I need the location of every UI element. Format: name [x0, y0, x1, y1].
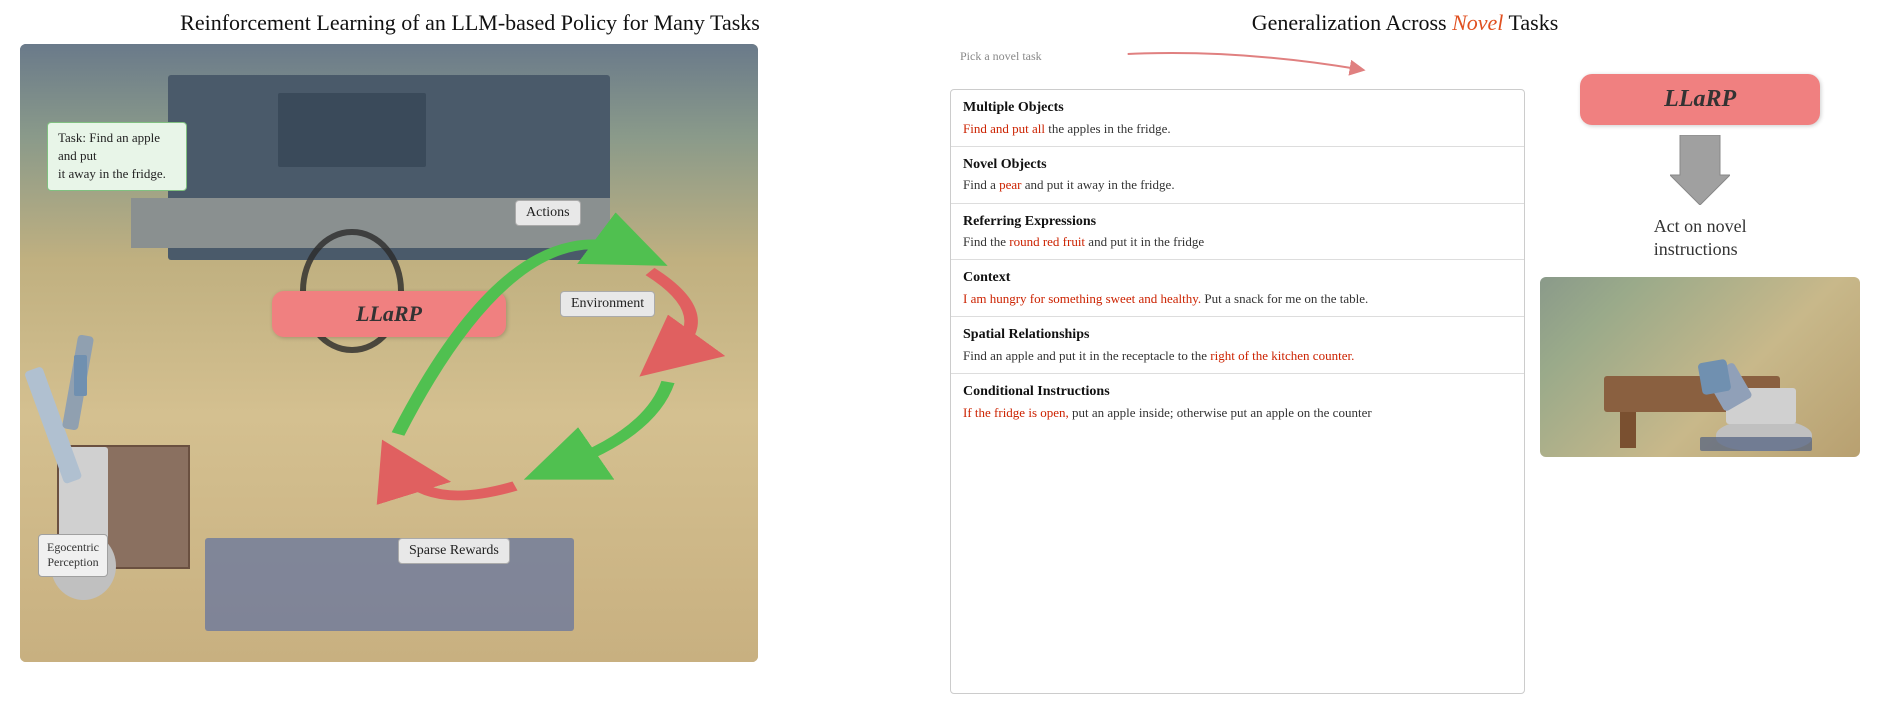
- right-title-novel: Novel: [1452, 10, 1503, 35]
- task-item-multiple-objects: Multiple Objects Find and put all the ap…: [951, 90, 1524, 147]
- llaarp-label-right: LLaRP: [1664, 86, 1736, 112]
- curved-arrow-svg: [950, 44, 1525, 89]
- task-label-line1: Task: Find an apple and put: [58, 130, 160, 163]
- robot-scene-right: [1540, 277, 1860, 457]
- sink-area: [278, 93, 426, 167]
- task-item-spatial-relationships: Spatial Relationships Find an apple and …: [951, 317, 1524, 374]
- floor-mat-right: [1700, 437, 1812, 451]
- llaarp-box-right: LLaRP: [1580, 74, 1820, 125]
- task-item-referring-expressions: Referring Expressions Find the round red…: [951, 204, 1524, 261]
- actions-label: Actions: [515, 200, 581, 226]
- left-title: Reinforcement Learning of an LLM-based P…: [20, 10, 920, 36]
- llaarp-label-left: LLaRP: [356, 301, 422, 326]
- act-on-label-line2: instructions: [1654, 239, 1738, 259]
- right-title-suffix: Tasks: [1503, 10, 1558, 35]
- task-item-context: Context I am hungry for something sweet …: [951, 260, 1524, 317]
- down-arrow-icon: [1670, 135, 1730, 205]
- rs-table-leg1: [1620, 412, 1636, 448]
- rs-robot-arm2: [1698, 359, 1732, 396]
- right-panel: LLaRP Act on novel instructions: [1540, 44, 1860, 694]
- right-section: Generalization Across Novel Tasks Pick a…: [940, 0, 1880, 704]
- act-on-label-line1: Act on novel: [1654, 216, 1747, 236]
- act-on-label: Act on novel instructions: [1654, 215, 1747, 262]
- sparse-rewards-label: Sparse Rewards: [398, 538, 510, 564]
- right-content: Pick a novel task M: [950, 44, 1860, 694]
- left-section: Reinforcement Learning of an LLM-based P…: [0, 0, 940, 704]
- floor-mat: [205, 538, 574, 631]
- egocentric-label-line2: Perception: [47, 555, 98, 569]
- right-title-prefix: Generalization Across: [1252, 10, 1452, 35]
- environment-label: Environment: [560, 291, 655, 317]
- egocentric-label-line1: Egocentric: [47, 540, 99, 554]
- tasks-list: Multiple Objects Find and put all the ap…: [950, 89, 1525, 694]
- diagram-area: Task: Find an apple and put it away in t…: [20, 44, 920, 694]
- task-item-conditional-instructions: Conditional Instructions If the fridge i…: [951, 374, 1524, 430]
- llaarp-box-left: LLaRP: [272, 291, 506, 337]
- robot-gripper: [74, 355, 87, 396]
- down-arrow-container: [1670, 135, 1730, 205]
- task-label: Task: Find an apple and put it away in t…: [47, 122, 187, 191]
- task-item-novel-objects: Novel Objects Find a pear and put it awa…: [951, 147, 1524, 204]
- task-label-line2: it away in the fridge.: [58, 166, 166, 181]
- right-title: Generalization Across Novel Tasks: [950, 10, 1860, 36]
- egocentric-perception-label: Egocentric Perception: [38, 534, 108, 577]
- main-container: Reinforcement Learning of an LLM-based P…: [0, 0, 1880, 704]
